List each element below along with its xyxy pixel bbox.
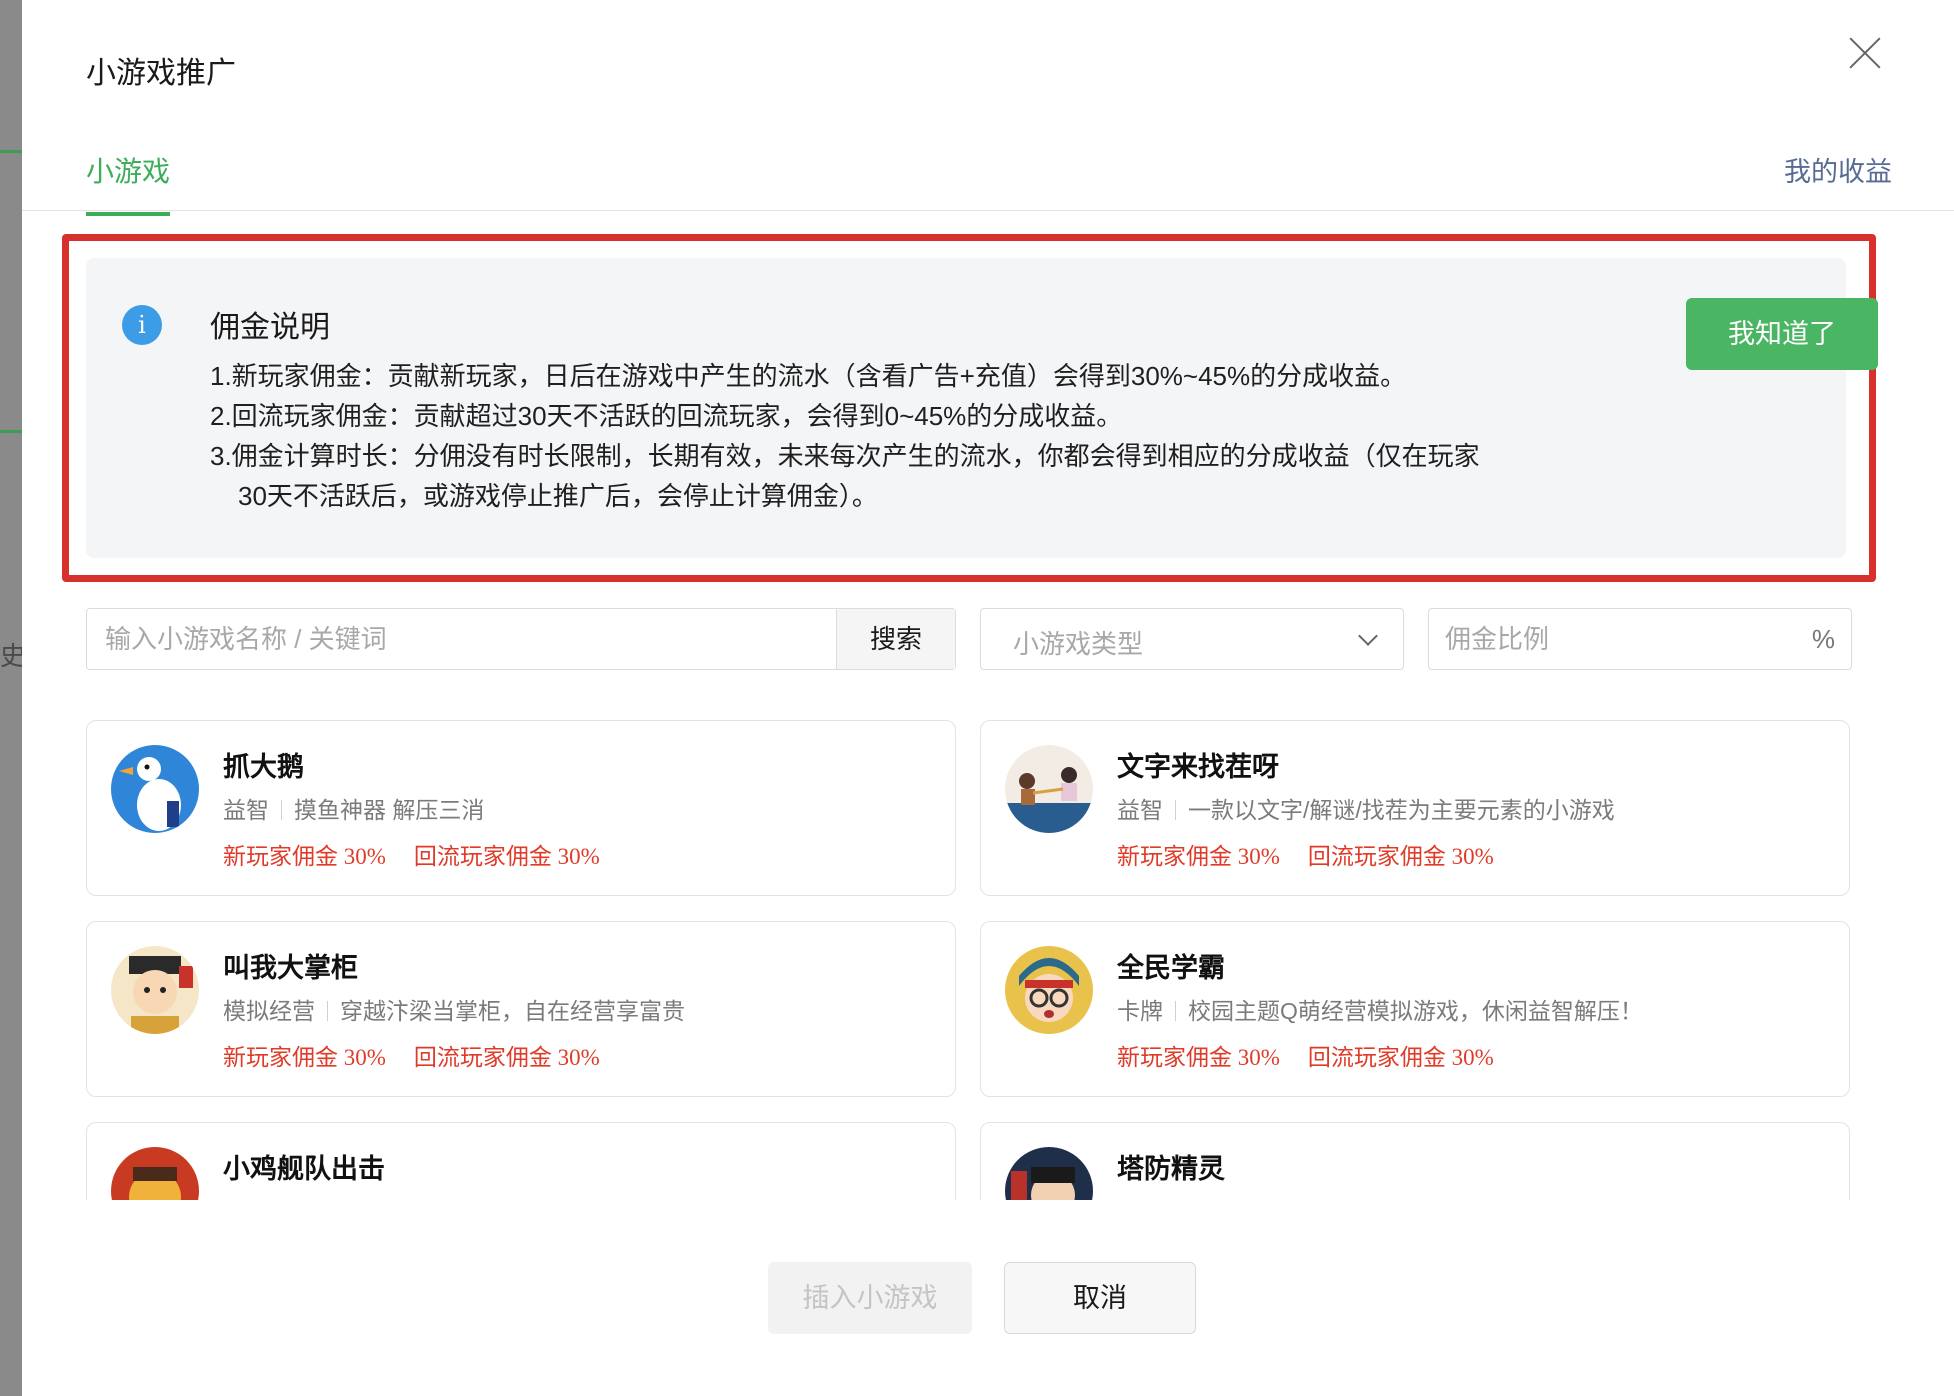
commission-ratio-field: %: [1428, 608, 1852, 670]
game-description: 益智 摸鱼神器 解压三消: [223, 791, 484, 825]
game-name: 抓大鹅: [223, 752, 304, 782]
game-tagline: 一款以文字/解谜/找茬为主要元素的小游戏: [1188, 797, 1615, 823]
game-type-placeholder: 小游戏类型: [1013, 629, 1144, 659]
notice-line: 30天不活跃后，或游戏停止推广后，会停止计算佣金）。: [238, 481, 878, 511]
commission-ratio-input[interactable]: [1429, 609, 1821, 669]
game-name: 全民学霸: [1117, 953, 1225, 983]
tab-my-earnings[interactable]: 我的收益: [1784, 150, 1892, 189]
game-card[interactable]: 小鸡舰队出击: [86, 1122, 956, 1200]
commission-notice: i 佣金说明 1.新玩家佣金：贡献新玩家，日后在游戏中产生的流水（含看广告+充值…: [86, 258, 1878, 558]
game-card[interactable]: 塔防精灵: [980, 1122, 1850, 1200]
game-description: 卡牌 校园主题Q萌经营模拟游戏，休闲益智解压！: [1117, 992, 1643, 1026]
game-name: 叫我大掌柜: [223, 953, 358, 983]
returning-player-commission: 回流玩家佣金 30%: [413, 1045, 600, 1070]
commission-rates: 新玩家佣金 30% 回流玩家佣金 30%: [223, 1038, 600, 1072]
returning-player-commission: 回流玩家佣金 30%: [1307, 844, 1494, 869]
game-name: 小鸡舰队出击: [223, 1154, 385, 1184]
new-player-commission: 新玩家佣金 30%: [223, 844, 386, 869]
info-icon: i: [122, 305, 162, 345]
chicken-fleet-avatar-icon: [111, 1147, 199, 1200]
backdrop-green-line: [0, 430, 22, 433]
game-card[interactable]: 全民学霸 卡牌 校园主题Q萌经营模拟游戏，休闲益智解压！ 新玩家佣金 30% 回流玩…: [980, 921, 1850, 1097]
search-button[interactable]: 搜索: [836, 609, 955, 669]
tab-bar: 小游戏 我的收益: [22, 140, 1954, 216]
game-tagline: 穿越汴梁当掌柜，自在经营享富贵: [340, 998, 685, 1024]
game-name: 文字来找茬呀: [1117, 752, 1279, 782]
notice-body: 1.新玩家佣金：贡献新玩家，日后在游戏中产生的流水（含看广告+充值）会得到30%…: [210, 356, 1570, 516]
game-description: 模拟经营 穿越汴梁当掌柜，自在经营享富贵: [223, 992, 685, 1026]
tug-of-war-avatar-icon: [1005, 745, 1093, 833]
acknowledge-button[interactable]: 我知道了: [1686, 298, 1878, 370]
cancel-button[interactable]: 取消: [1004, 1262, 1196, 1334]
game-type-select[interactable]: 小游戏类型: [980, 608, 1404, 670]
game-category: 模拟经营: [223, 998, 315, 1024]
returning-player-commission: 回流玩家佣金 30%: [1307, 1045, 1494, 1070]
game-name: 塔防精灵: [1117, 1154, 1225, 1184]
new-player-commission: 新玩家佣金 30%: [223, 1045, 386, 1070]
commission-rates: 新玩家佣金 30% 回流玩家佣金 30%: [1117, 1038, 1494, 1072]
percent-unit: %: [1811, 624, 1835, 654]
game-card[interactable]: 叫我大掌柜 模拟经营 穿越汴梁当掌柜，自在经营享富贵 新玩家佣金 30% 回流玩家佣…: [86, 921, 956, 1097]
backdrop-green-line: [0, 150, 22, 153]
student-avatar-icon: [1005, 946, 1093, 1034]
notice-line: 3.佣金计算时长：分佣没有时长限制，长期有效，未来每次产生的流水，你都会得到相应…: [210, 441, 1480, 471]
new-player-commission: 新玩家佣金 30%: [1117, 1045, 1280, 1070]
returning-player-commission: 回流玩家佣金 30%: [413, 844, 600, 869]
tower-defense-avatar-icon: [1005, 1147, 1093, 1200]
mini-game-promotion-dialog: 小游戏推广 小游戏 我的收益 i 佣金说明 1.新玩家佣金：贡献新玩家，日后在游…: [22, 0, 1954, 1396]
notice-line: 1.新玩家佣金：贡献新玩家，日后在游戏中产生的流水（含看广告+充值）会得到30%…: [210, 361, 1407, 391]
insert-mini-game-button[interactable]: 插入小游戏: [768, 1262, 972, 1334]
game-tagline: 校园主题Q萌经营模拟游戏，休闲益智解压！: [1188, 998, 1643, 1024]
commission-rates: 新玩家佣金 30% 回流玩家佣金 30%: [223, 837, 600, 871]
chevron-down-icon: [1358, 626, 1378, 646]
game-category: 卡牌: [1117, 998, 1163, 1024]
game-category: 益智: [1117, 797, 1163, 823]
game-card[interactable]: 抓大鹅 益智 摸鱼神器 解压三消 新玩家佣金 30% 回流玩家佣金 30%: [86, 720, 956, 896]
goose-avatar-icon: [111, 745, 199, 833]
search-bar: 搜索: [86, 608, 956, 670]
game-tagline: 摸鱼神器 解压三消: [294, 797, 485, 823]
game-description: 益智 一款以文字/解谜/找茬为主要元素的小游戏: [1117, 791, 1615, 825]
dialog-title: 小游戏推广: [86, 57, 236, 90]
shopkeeper-avatar-icon: [111, 946, 199, 1034]
notice-title: 佣金说明: [210, 311, 330, 344]
search-input[interactable]: [87, 609, 836, 669]
game-card[interactable]: 文字来找茬呀 益智 一款以文字/解谜/找茬为主要元素的小游戏 新玩家佣金 30% 回…: [980, 720, 1850, 896]
game-category: 益智: [223, 797, 269, 823]
game-list: 抓大鹅 益智 摸鱼神器 解压三消 新玩家佣金 30% 回流玩家佣金 30% 文字…: [86, 720, 1866, 1200]
new-player-commission: 新玩家佣金 30%: [1117, 844, 1280, 869]
tab-mini-games[interactable]: 小游戏: [86, 150, 171, 216]
notice-line: 2.回流玩家佣金：贡献超过30天不活跃的回流玩家，会得到0~45%的分成收益。: [210, 401, 1123, 431]
close-icon[interactable]: [1842, 30, 1888, 76]
page-backdrop: 史: [0, 0, 26, 1396]
commission-rates: 新玩家佣金 30% 回流玩家佣金 30%: [1117, 837, 1494, 871]
